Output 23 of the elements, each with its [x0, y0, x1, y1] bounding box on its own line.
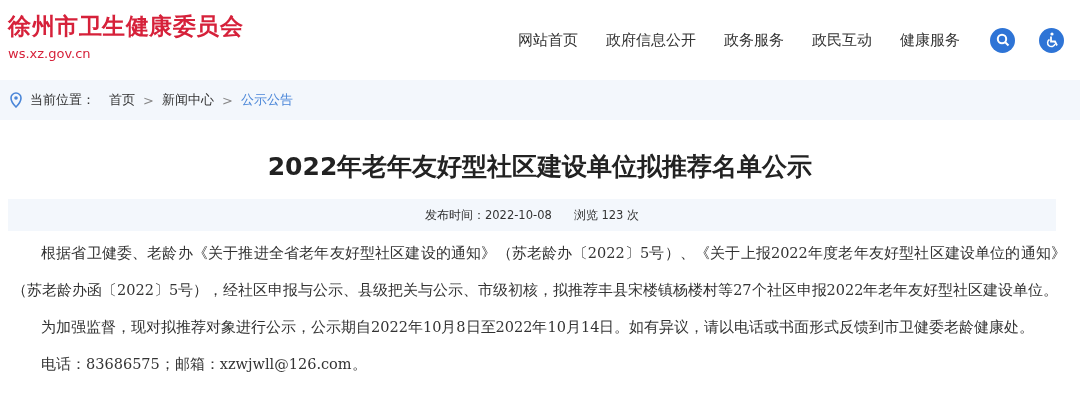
- view-count: 浏览 123 次: [573, 207, 640, 223]
- article-paragraph: 根据省卫健委、老龄办《关于推进全省老年友好型社区建设的通知》（苏老龄办〔2022〕5号）、《关于上报2022年度老年友好型社区建设单位的通知》（苏老龄办函〔2022〕5号），经社区申报与公示、县级把关与公示、市级初核，拟推荐丰县宋楼镇杨楼村等27个社区申报2022年老年友好型社区建设单位。: [12, 244, 1066, 300]
- breadcrumb-link[interactable]: 首页: [109, 91, 135, 109]
- article-paragraph: 为加强监督，现对拟推荐对象进行公示，公示期自2022年10月8日至2022年10月14日。如有异议，请以电话或书面形式反馈到市卫健委老龄健康处。: [40, 318, 1036, 337]
- breadcrumb-link[interactable]: 新闻中心: [161, 91, 214, 109]
- article-title: 2022年老年友好型社区建设单位拟推荐名单公示: [266, 151, 814, 183]
- breadcrumb-separator: >: [221, 92, 233, 108]
- publish-date: 发布时间：2022-10-08: [424, 207, 552, 223]
- accessibility-button[interactable]: [1039, 27, 1064, 53]
- nav-link[interactable]: 政务服务: [724, 30, 784, 50]
- search-icon: [995, 33, 1010, 47]
- location-label: 当前位置：: [30, 91, 95, 109]
- site-name: 徐州市卫生健康委员会: [8, 12, 243, 41]
- breadcrumb-link[interactable]: 公示公告: [240, 91, 293, 109]
- breadcrumb-separator: >: [143, 92, 154, 108]
- nav-link[interactable]: 政民互动: [812, 30, 872, 50]
- search-button[interactable]: [990, 27, 1015, 53]
- nav-link[interactable]: 网站首页: [518, 30, 578, 50]
- article-paragraph: 电话：83686575；邮箱：xzwjwll@126.com。: [40, 355, 368, 374]
- location-pin-icon: [10, 92, 22, 108]
- site-domain: ws.xz.gov.cn: [8, 46, 92, 61]
- nav-link[interactable]: 政府信息公开: [606, 30, 696, 50]
- nav-link[interactable]: 健康服务: [900, 30, 960, 50]
